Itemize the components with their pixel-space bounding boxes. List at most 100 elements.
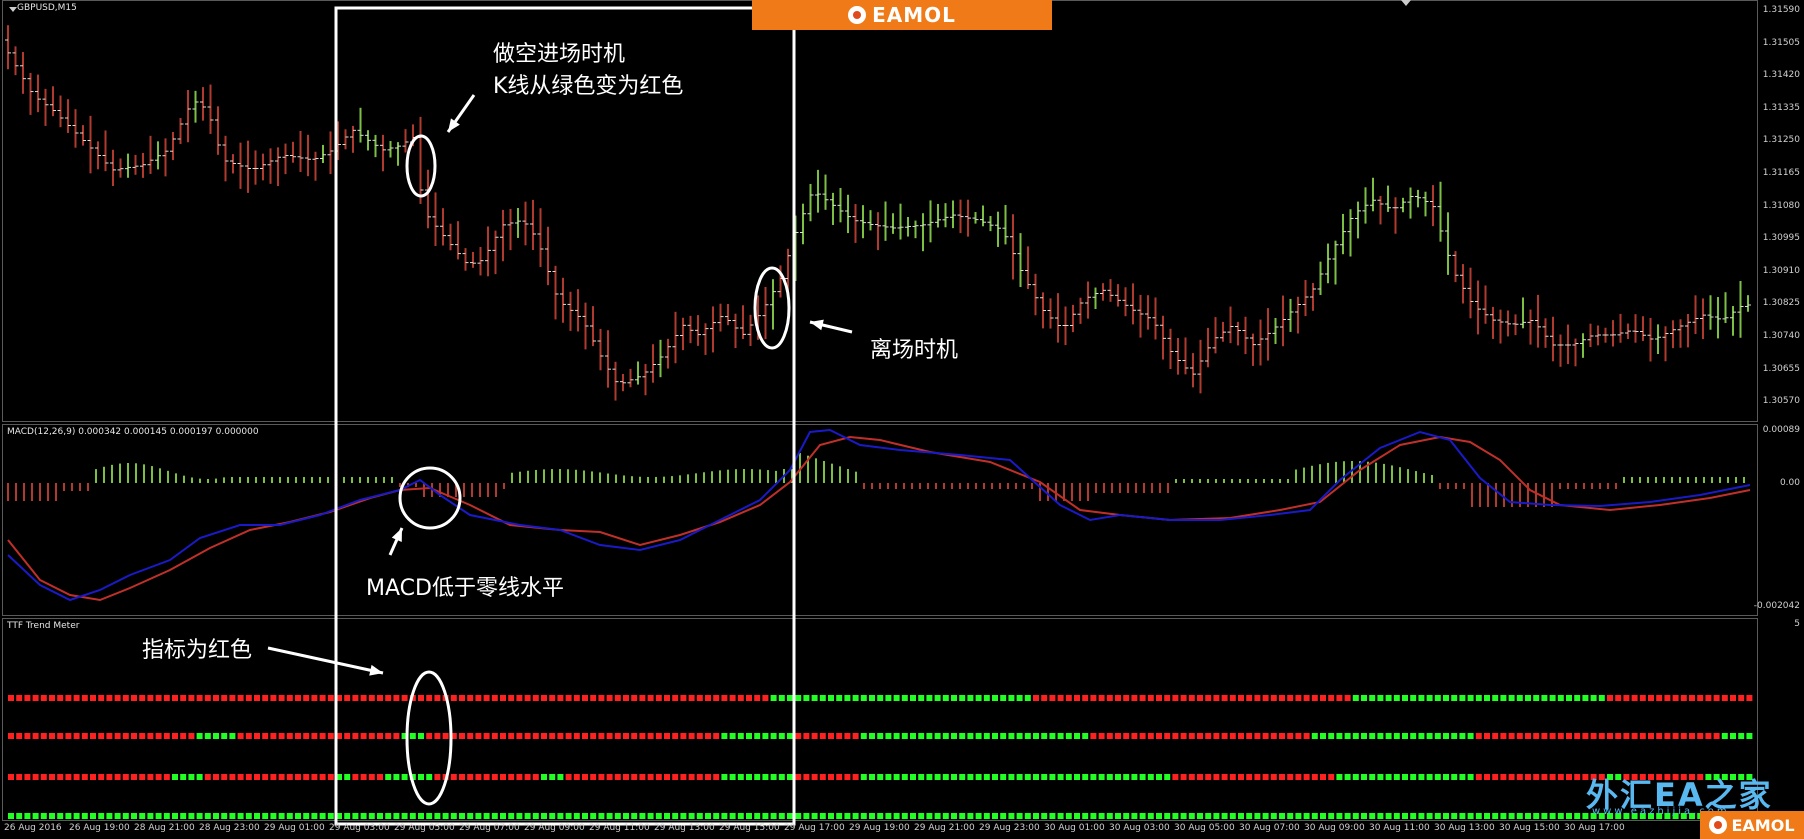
ttf-dot: [590, 733, 597, 739]
ttf-dot: [852, 733, 859, 739]
ttf-dot: [237, 733, 244, 739]
ttf-dot: [573, 813, 580, 819]
ttf-dot: [32, 695, 39, 701]
ttf-dot: [664, 813, 670, 819]
ttf-dot: [803, 813, 810, 819]
ttf-dot: [139, 774, 146, 780]
ttf-dot: [1008, 733, 1015, 739]
ttf-dot: [1221, 813, 1228, 819]
ttf-dot: [1115, 774, 1121, 780]
ttf-dot: [426, 695, 433, 701]
ttf-dot: [360, 733, 367, 739]
ttf-dot: [901, 774, 908, 780]
ttf-dot: [1557, 695, 1564, 701]
ttf-dot: [819, 695, 826, 701]
ttf-dot: [57, 695, 64, 701]
ttf-dot: [98, 813, 105, 819]
ttf-dot: [1402, 774, 1408, 780]
ttf-dot: [852, 774, 859, 780]
ttf-dot: [942, 813, 949, 819]
ttf-dot: [1205, 733, 1212, 739]
ttf-dot: [1713, 695, 1720, 701]
ttf-dot: [672, 774, 679, 780]
ttf-dot: [49, 695, 55, 701]
ttf-dot: [1541, 774, 1548, 780]
ttf-dot: [1016, 695, 1023, 701]
ttf-dot: [1295, 813, 1302, 819]
ttf-dot: [1459, 695, 1466, 701]
ttf-dot: [1508, 774, 1515, 780]
ttf-dot: [557, 733, 564, 739]
ttf-dot: [688, 813, 695, 819]
ttf-dot: [1623, 695, 1630, 701]
ttf-dot: [1016, 733, 1023, 739]
ttf-dot: [368, 813, 375, 819]
ttf-dot: [664, 695, 670, 701]
ttf-dot: [1197, 813, 1203, 819]
ttf-dot: [860, 695, 867, 701]
ttf-dot: [303, 733, 310, 739]
ttf-dot: [959, 813, 966, 819]
ttf-dot: [368, 733, 375, 739]
ttf-dot: [1049, 733, 1056, 739]
ttf-dot: [254, 774, 260, 780]
mt4-chart-window: GBPUSD,M15 MACD(12,26,9) 0.000342 0.0001…: [0, 0, 1804, 839]
ttf-dot: [811, 733, 818, 739]
ttf-dot: [1098, 813, 1105, 819]
ttf-dot: [1188, 774, 1195, 780]
ttf-dot: [877, 774, 884, 780]
ttf-dot: [1344, 733, 1351, 739]
ttf-dot: [254, 733, 260, 739]
ttf-dot: [1697, 695, 1704, 701]
ttf-dot: [491, 813, 498, 819]
ttf-dot: [1164, 733, 1171, 739]
ttf-dot: [647, 774, 654, 780]
ttf-dot: [1254, 774, 1261, 780]
ttf-dot: [24, 813, 31, 819]
ttf-dot: [877, 733, 884, 739]
ttf-dot: [434, 813, 441, 819]
ttf-dot: [1262, 813, 1269, 819]
ttf-dot: [237, 774, 244, 780]
ttf-dot: [1000, 813, 1007, 819]
ttf-dot: [951, 813, 957, 819]
ttf-dot: [319, 733, 326, 739]
ttf-dot: [614, 774, 621, 780]
ttf-dot: [1361, 774, 1367, 780]
ttf-dot: [951, 695, 957, 701]
ttf-dot: [705, 774, 711, 780]
ttf-dot: [434, 733, 441, 739]
ttf-dot: [1352, 813, 1359, 819]
ttf-dot: [1393, 774, 1400, 780]
ttf-dot: [106, 695, 113, 701]
ttf-dot: [860, 813, 867, 819]
ttf-dot: [975, 813, 982, 819]
annotation-short-entry-line2: K线从绿色变为红色: [493, 74, 684, 99]
ttf-dot: [1008, 695, 1015, 701]
ttf-dot: [877, 813, 884, 819]
ttf-dot: [664, 774, 670, 780]
ttf-dot: [73, 695, 80, 701]
ttf-dot: [795, 733, 802, 739]
ttf-dot: [81, 774, 88, 780]
ttf-dot: [1033, 695, 1039, 701]
ttf-dot: [1221, 733, 1228, 739]
ttf-dot: [418, 813, 424, 819]
ttf-dot: [1213, 813, 1220, 819]
ttf-dot: [1090, 733, 1097, 739]
arrow-entry-head: [448, 118, 460, 132]
ttf-dot: [1311, 813, 1318, 819]
ttf-dot: [844, 695, 851, 701]
ttf-dot: [1082, 733, 1089, 739]
ttf-dot: [1106, 774, 1113, 780]
ttf-dot: [139, 733, 146, 739]
time-tick: 30 Aug 17:00: [1564, 823, 1625, 833]
ttf-dot: [1557, 733, 1564, 739]
ttf-dot: [401, 813, 408, 819]
ttf-dot: [582, 774, 588, 780]
ttf-dot: [1402, 733, 1408, 739]
ttf-dot: [16, 733, 23, 739]
ttf-dot: [155, 774, 162, 780]
ttf-dot: [1336, 733, 1343, 739]
ttf-dot: [1344, 774, 1351, 780]
